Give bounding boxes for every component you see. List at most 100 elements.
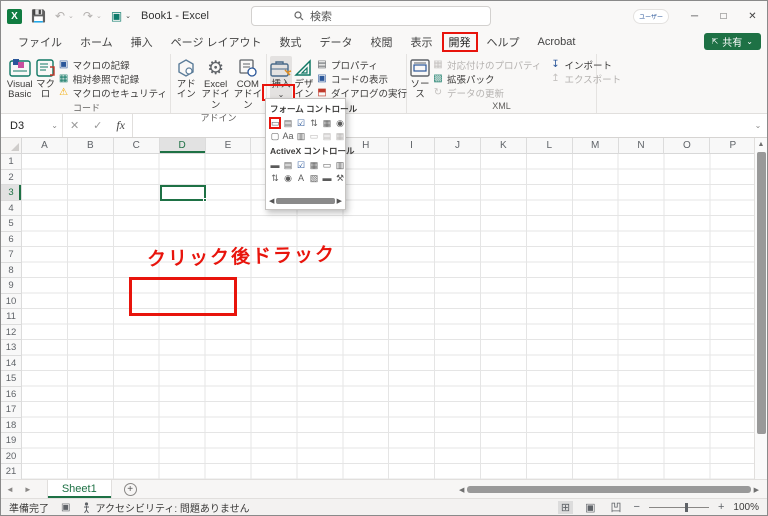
page-break-preview-icon[interactable]: 凹 bbox=[608, 499, 625, 515]
search-input[interactable]: 検索 bbox=[251, 6, 491, 26]
view-code-button[interactable]: ▣ コードの表示 bbox=[316, 72, 407, 85]
tab-挿入[interactable]: 挿入 bbox=[122, 32, 162, 52]
zoom-slider[interactable] bbox=[649, 507, 709, 508]
hscroll-left-icon[interactable]: ◀ bbox=[459, 486, 464, 494]
insert-function-icon[interactable]: fx bbox=[116, 118, 125, 133]
visual-basic-button[interactable]: Visual Basic bbox=[6, 56, 34, 101]
option-button-activex-icon[interactable]: ◉ bbox=[282, 172, 294, 184]
grid-cells[interactable]: クリック後ドラック bbox=[22, 154, 767, 479]
spin-button-activex-icon[interactable]: ⇅ bbox=[269, 172, 281, 184]
row-header-21[interactable]: 21 bbox=[1, 464, 22, 479]
row-header-9[interactable]: 9 bbox=[1, 278, 22, 294]
more-controls-icon[interactable]: ⚒ bbox=[334, 172, 346, 184]
group-box-icon[interactable]: ▢ bbox=[269, 130, 281, 142]
sheet-tab-sheet1[interactable]: Sheet1 bbox=[47, 480, 112, 498]
scroll-bar-icon[interactable]: ▥ bbox=[295, 130, 307, 142]
vertical-scroll-thumb[interactable] bbox=[757, 152, 766, 434]
normal-view-icon[interactable]: ⊞ bbox=[558, 501, 573, 514]
row-header-4[interactable]: 4 bbox=[1, 201, 22, 217]
redo-icon[interactable]: ↷ bbox=[83, 10, 93, 22]
page-layout-view-icon[interactable]: ▣ bbox=[582, 501, 598, 514]
select-all-corner[interactable] bbox=[1, 138, 22, 154]
combo-box-activex-icon[interactable]: ▤ bbox=[282, 159, 294, 171]
expand-formula-bar-icon[interactable]: ⌄ bbox=[749, 114, 767, 137]
row-header-18[interactable]: 18 bbox=[1, 418, 22, 434]
scroll-up-icon[interactable]: ▲ bbox=[758, 138, 765, 152]
macro-record-status-icon[interactable]: ▣ bbox=[61, 502, 70, 513]
zoom-out-button[interactable]: − bbox=[634, 501, 640, 513]
properties-button[interactable]: ▤ プロパティ bbox=[316, 58, 407, 71]
qat-customize-icon[interactable]: ⌄ bbox=[125, 12, 131, 20]
xml-source-button[interactable]: ソース bbox=[410, 56, 430, 101]
column-header-P[interactable]: P bbox=[710, 138, 756, 154]
new-sheet-button[interactable]: + bbox=[124, 483, 137, 496]
column-header-N[interactable]: N bbox=[619, 138, 665, 154]
minimize-button[interactable]: ─ bbox=[680, 1, 709, 31]
tab-ホーム[interactable]: ホーム bbox=[71, 32, 122, 52]
confirm-entry-icon[interactable]: ✓ bbox=[93, 119, 102, 132]
dropdown-scroll-left-icon[interactable]: ◀ bbox=[269, 198, 274, 205]
row-header-6[interactable]: 6 bbox=[1, 232, 22, 248]
row-header-15[interactable]: 15 bbox=[1, 371, 22, 387]
list-box-activex-icon[interactable]: ▦ bbox=[308, 159, 320, 171]
row-header-5[interactable]: 5 bbox=[1, 216, 22, 232]
option-button-icon[interactable]: ◉ bbox=[334, 117, 346, 129]
column-header-K[interactable]: K bbox=[481, 138, 527, 154]
row-header-11[interactable]: 11 bbox=[1, 309, 22, 325]
name-box[interactable]: D3 ⌄ bbox=[1, 114, 63, 137]
tab-表示[interactable]: 表示 bbox=[402, 32, 442, 52]
zoom-in-button[interactable]: + bbox=[718, 501, 724, 513]
text-field-icon[interactable]: ▭ bbox=[308, 130, 320, 142]
relative-references-button[interactable]: ▦ 相対参照で記録 bbox=[58, 72, 167, 85]
tab-データ[interactable]: データ bbox=[311, 32, 362, 52]
row-header-19[interactable]: 19 bbox=[1, 433, 22, 449]
redo-caret-icon[interactable]: ⌄ bbox=[96, 12, 102, 20]
excel-addins-button[interactable]: ⚙ Excel アドイン bbox=[201, 56, 231, 111]
row-header-7[interactable]: 7 bbox=[1, 247, 22, 263]
accessibility-status[interactable]: アクセシビリティ: 問題ありません bbox=[82, 500, 249, 515]
sheet-nav-right-icon[interactable]: ► bbox=[19, 485, 37, 494]
combo-box-icon[interactable]: ▤ bbox=[282, 117, 294, 129]
touch-mode-icon[interactable]: ▣ bbox=[111, 10, 122, 22]
tab-数式[interactable]: 数式 bbox=[271, 32, 311, 52]
toggle-button-icon[interactable]: ▬ bbox=[321, 172, 333, 184]
spin-button-icon[interactable]: ⇅ bbox=[308, 117, 320, 129]
combo-list-icon[interactable]: ▤ bbox=[321, 130, 333, 142]
image-icon[interactable]: ▧ bbox=[308, 172, 320, 184]
zoom-slider-thumb[interactable] bbox=[685, 503, 688, 512]
hscroll-right-icon[interactable]: ▶ bbox=[754, 486, 759, 494]
record-macro-button[interactable]: ▣ マクロの記録 bbox=[58, 58, 167, 71]
row-header-1[interactable]: 1 bbox=[1, 154, 22, 170]
row-headers[interactable]: 123456789101112131415161718192021 bbox=[1, 154, 22, 479]
vertical-scrollbar[interactable]: ▲ bbox=[754, 138, 767, 479]
row-header-20[interactable]: 20 bbox=[1, 449, 22, 465]
tab-校閲[interactable]: 校閲 bbox=[362, 32, 402, 52]
column-header-E[interactable]: E bbox=[206, 138, 252, 154]
save-icon[interactable]: 💾 bbox=[31, 10, 46, 22]
column-header-J[interactable]: J bbox=[435, 138, 481, 154]
row-header-17[interactable]: 17 bbox=[1, 402, 22, 418]
dropdown-scroll-thumb[interactable] bbox=[276, 198, 334, 204]
label-activex-icon[interactable]: A bbox=[295, 172, 307, 184]
undo-icon[interactable]: ↶ bbox=[55, 10, 65, 22]
column-header-O[interactable]: O bbox=[664, 138, 710, 154]
row-header-10[interactable]: 10 bbox=[1, 294, 22, 310]
scroll-bar-activex-icon[interactable]: ▥ bbox=[334, 159, 346, 171]
list-box-icon[interactable]: ▦ bbox=[321, 117, 333, 129]
tab-ファイル[interactable]: ファイル bbox=[9, 32, 71, 52]
column-header-D[interactable]: D bbox=[160, 138, 206, 154]
column-header-L[interactable]: L bbox=[527, 138, 573, 154]
tab-ページ レイアウト[interactable]: ページ レイアウト bbox=[162, 32, 271, 52]
import-button[interactable]: ↧ インポート bbox=[549, 58, 621, 71]
fill-handle[interactable] bbox=[203, 198, 207, 202]
row-header-13[interactable]: 13 bbox=[1, 340, 22, 356]
dropdown-scroll-right-icon[interactable]: ▶ bbox=[337, 198, 342, 205]
column-header-I[interactable]: I bbox=[389, 138, 435, 154]
addins-button[interactable]: アドイン bbox=[174, 56, 199, 101]
row-header-2[interactable]: 2 bbox=[1, 170, 22, 186]
text-box-icon[interactable]: ▭ bbox=[321, 159, 333, 171]
column-header-B[interactable]: B bbox=[68, 138, 114, 154]
expansion-packs-button[interactable]: ▧ 拡張パック bbox=[432, 72, 541, 85]
check-box-activex-icon[interactable]: ☑ bbox=[295, 159, 307, 171]
row-header-14[interactable]: 14 bbox=[1, 356, 22, 372]
